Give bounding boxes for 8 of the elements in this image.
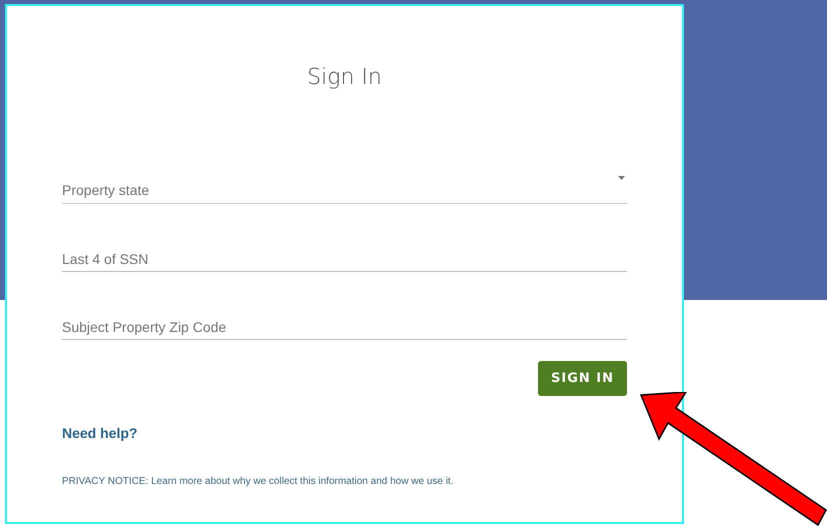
caret-icon [618, 176, 625, 180]
help-link[interactable]: Need help? [62, 423, 138, 444]
select-field[interactable]: Property state [62, 162, 627, 204]
input-field[interactable]: Subject Property Zip Code [62, 298, 627, 340]
input-field[interactable]: Last 4 of SSN [62, 230, 627, 272]
page-title: Sign In [307, 64, 382, 92]
privacy-notice[interactable]: PRIVACY NOTICE: Learn more about why we collect this information and how we use it. [62, 474, 627, 489]
sign-in-button[interactable]: SIGN IN [538, 361, 627, 396]
